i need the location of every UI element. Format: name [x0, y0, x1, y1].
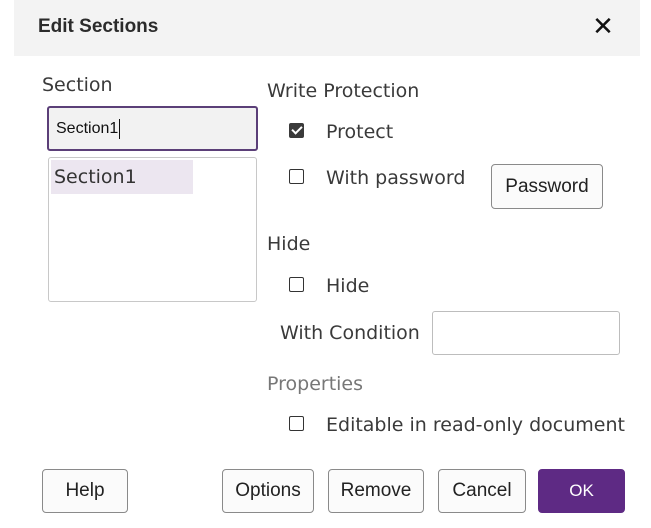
close-icon[interactable]: ✕ — [588, 10, 618, 42]
hide-label: Hide — [326, 275, 370, 297]
protect-checkbox[interactable] — [289, 123, 304, 138]
remove-button[interactable]: Remove — [328, 469, 424, 513]
dialog-titlebar: Edit Sections ✕ — [14, 0, 640, 56]
with-password-label: With password — [326, 167, 466, 189]
editable-readonly-checkbox[interactable] — [289, 416, 304, 431]
password-button[interactable]: Password — [491, 164, 603, 209]
section-list[interactable]: Section1 — [48, 157, 257, 302]
with-condition-label: With Condition — [280, 322, 420, 344]
hide-checkbox[interactable] — [289, 277, 304, 292]
list-item[interactable]: Section1 — [51, 160, 193, 194]
section-label: Section — [42, 74, 113, 96]
options-button[interactable]: Options — [222, 469, 314, 513]
editable-readonly-label: Editable in read-only document — [326, 414, 625, 436]
help-button[interactable]: Help — [42, 469, 128, 513]
properties-heading: Properties — [267, 373, 364, 395]
section-name-input[interactable]: Section1 — [47, 106, 258, 151]
with-password-checkbox[interactable] — [289, 169, 304, 184]
hide-heading: Hide — [267, 233, 311, 255]
section-name-value: Section1 — [56, 120, 119, 137]
ok-button[interactable]: OK — [538, 469, 625, 513]
cancel-button[interactable]: Cancel — [438, 469, 526, 513]
dialog-title: Edit Sections — [38, 16, 159, 37]
text-caret — [119, 118, 121, 139]
write-protection-heading: Write Protection — [267, 80, 420, 102]
protect-label: Protect — [326, 121, 394, 143]
with-condition-input[interactable] — [432, 311, 620, 355]
